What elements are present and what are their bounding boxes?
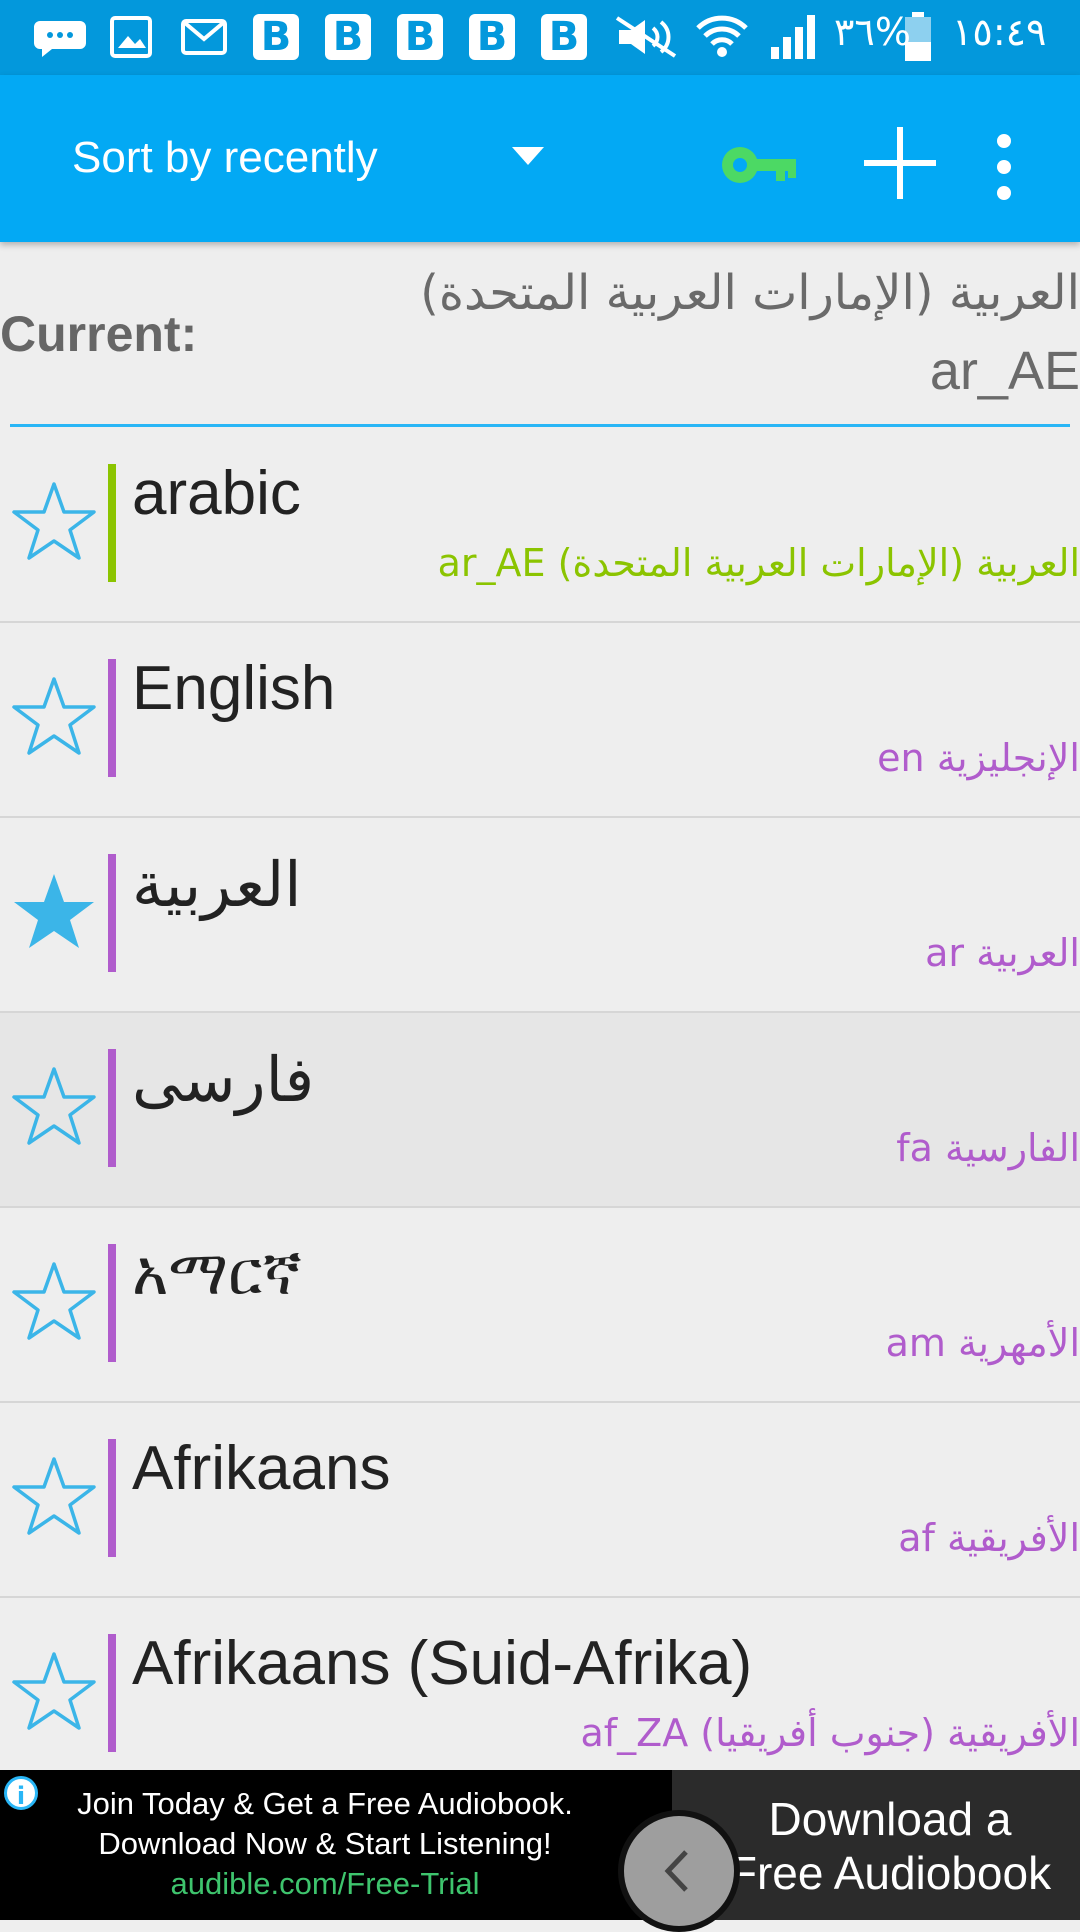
- ad-cta-line-1: Download a: [768, 1793, 1012, 1845]
- clock: ١٥:٤٩: [952, 10, 1047, 54]
- app-toolbar: Sort by recently: [0, 75, 1080, 242]
- language-locale: am الأمهرية: [885, 1321, 1080, 1365]
- b-notification-icon: B: [325, 14, 371, 60]
- ad-line-1: Join Today & Get a Free Audiobook.: [77, 1786, 573, 1821]
- language-locale: ar_AE العربية (الإمارات العربية المتحدة): [437, 541, 1080, 585]
- b-notification-icon: B: [541, 14, 587, 60]
- language-row[interactable]: English en الإنجليزية: [0, 623, 1080, 818]
- chevron-left-icon: [664, 1850, 688, 1892]
- b-notification-icon: B: [253, 14, 299, 60]
- sort-dropdown-label[interactable]: Sort by recently: [72, 133, 378, 183]
- language-locale: fa الفارسية: [896, 1126, 1080, 1170]
- ad-text[interactable]: Join Today & Get a Free Audiobook. Downl…: [40, 1784, 610, 1904]
- language-list: arabic ar_AE العربية (الإمارات العربية ال…: [0, 428, 1080, 1793]
- star-outline-icon[interactable]: [12, 480, 96, 564]
- star-outline-icon[interactable]: [12, 1260, 96, 1344]
- ad-cta-text[interactable]: Download a Free Audiobook: [700, 1792, 1080, 1900]
- key-icon[interactable]: [720, 135, 800, 195]
- b-notification-icon: B: [469, 14, 515, 60]
- language-row[interactable]: Afrikaans af الأفريقية: [0, 1403, 1080, 1598]
- chevron-down-icon[interactable]: [512, 147, 544, 165]
- color-indicator-bar: [108, 1439, 116, 1557]
- ad-back-button[interactable]: [618, 1810, 740, 1932]
- status-bar: B B B B B ٣٦% ١٥:٤٩: [0, 0, 1080, 75]
- language-name: አማርኛ: [132, 1239, 302, 1308]
- battery-icon: [902, 12, 934, 62]
- color-indicator-bar: [108, 1244, 116, 1362]
- language-locale: en الإنجليزية: [877, 736, 1080, 780]
- language-row[interactable]: العربية ar العربية: [0, 818, 1080, 1013]
- mute-icon: [610, 12, 682, 62]
- language-name: arabic: [132, 459, 301, 528]
- current-language-code: ar_AE: [929, 341, 1080, 401]
- add-icon[interactable]: [862, 125, 938, 201]
- divider: [10, 424, 1070, 427]
- star-outline-icon[interactable]: [12, 1455, 96, 1539]
- language-name: العربية: [132, 851, 302, 920]
- message-icon: [30, 12, 90, 62]
- language-row[interactable]: አማርኛ am الأمهرية: [0, 1208, 1080, 1403]
- color-indicator-bar: [108, 464, 116, 582]
- color-indicator-bar: [108, 659, 116, 777]
- ad-line-2: Download Now & Start Listening!: [98, 1826, 552, 1861]
- language-locale: af الأفريقية: [898, 1516, 1080, 1560]
- current-language-name: العربية (الإمارات العربية المتحدة): [420, 265, 1080, 321]
- current-label: Current:: [0, 306, 198, 362]
- ad-banner[interactable]: i Join Today & Get a Free Audiobook. Dow…: [0, 1770, 1080, 1932]
- ad-cta-line-2: Free Audiobook: [728, 1847, 1052, 1899]
- signal-icon: [768, 12, 820, 62]
- language-row[interactable]: Afrikaans (Suid-Afrika) af_ZA الأفريقية (…: [0, 1598, 1080, 1793]
- star-filled-icon[interactable]: [12, 870, 96, 954]
- color-indicator-bar: [108, 1634, 116, 1752]
- info-icon[interactable]: i: [4, 1776, 38, 1810]
- gmail-icon: [180, 12, 228, 62]
- language-name: Afrikaans: [132, 1434, 391, 1503]
- star-outline-icon[interactable]: [12, 1065, 96, 1149]
- language-row[interactable]: arabic ar_AE العربية (الإمارات العربية ال…: [0, 428, 1080, 623]
- color-indicator-bar: [108, 1049, 116, 1167]
- battery-percent: ٣٦%: [834, 10, 911, 54]
- language-name: English: [132, 654, 336, 723]
- wifi-icon: [694, 12, 750, 62]
- more-vert-icon[interactable]: [992, 131, 1016, 203]
- ad-url[interactable]: audible.com/Free-Trial: [40, 1864, 610, 1904]
- language-locale: ar العربية: [925, 931, 1080, 975]
- language-locale: af_ZA الأفريقية (جنوب أفريقيا): [580, 1711, 1080, 1755]
- b-notification-icon: B: [397, 14, 443, 60]
- star-outline-icon[interactable]: [12, 1650, 96, 1734]
- language-row[interactable]: فارسی fa الفارسية: [0, 1013, 1080, 1208]
- language-name: Afrikaans (Suid-Afrika): [132, 1629, 753, 1698]
- language-name: فارسی: [132, 1046, 315, 1115]
- star-outline-icon[interactable]: [12, 675, 96, 759]
- color-indicator-bar: [108, 854, 116, 972]
- image-icon: [108, 12, 154, 62]
